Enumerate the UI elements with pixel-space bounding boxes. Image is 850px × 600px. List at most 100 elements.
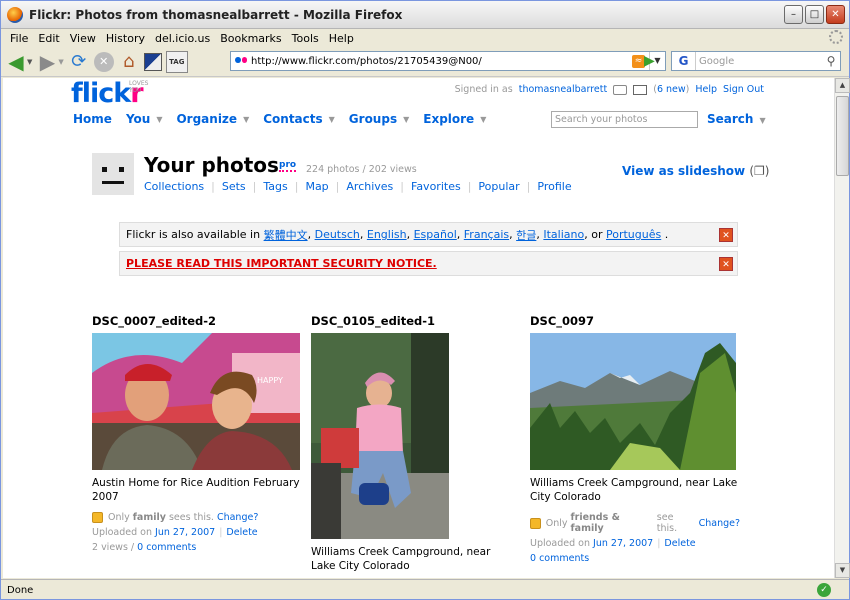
delicious-icon[interactable] [143,52,162,71]
menu-delicious[interactable]: del.icio.us [155,32,210,45]
search-magnifier-icon[interactable]: ⚲ [822,54,840,68]
cart-icon[interactable] [613,84,628,95]
nav-groups-label: Groups [348,112,398,126]
web-search-input[interactable]: Google [696,56,822,67]
buddy-icon[interactable] [92,153,134,195]
address-bar[interactable]: http://www.flickr.com/photos/21705439@N0… [230,51,666,71]
upload-date-link[interactable]: Jun 27, 2007 [155,527,215,538]
search-menu[interactable]: Search ▼ [707,112,766,126]
chevron-down-icon[interactable]: ▼ [156,115,162,124]
new-mail-link[interactable]: 6 new [657,84,686,95]
menu-help[interactable]: Help [329,32,354,45]
menu-tools[interactable]: Tools [292,32,319,45]
uploaded-prefix: Uploaded on [92,527,153,538]
chevron-down-icon[interactable]: ▼ [243,115,249,124]
subnav-collections[interactable]: Collections [144,180,204,193]
nav-home-label: Home [73,112,112,126]
chevron-down-icon[interactable]: ▼ [403,115,409,124]
close-icon[interactable]: ✕ [719,228,733,242]
nav-organize[interactable]: Organize ▼ [176,112,249,126]
lang-deutsch[interactable]: Deutsch [315,228,360,241]
navigation-toolbar: ◀ ▼ ▶ ▼ ⟳ ✕ ⌂ TAG http://www.flickr.com/… [1,47,849,77]
slideshow-label: View as slideshow [622,164,746,178]
scroll-up-icon[interactable]: ▲ [835,78,850,93]
nav-you[interactable]: You ▼ [126,112,163,126]
nav-you-label: You [125,112,151,126]
forward-arrow-icon[interactable]: ▶ [36,50,58,74]
lang-portugues[interactable]: Português [606,228,661,241]
chevron-down-icon[interactable]: ▼ [759,116,765,125]
menu-bookmarks[interactable]: Bookmarks [220,32,281,45]
close-icon[interactable]: ✕ [719,257,733,271]
security-notice-link[interactable]: PLEASE READ THIS IMPORTANT SECURITY NOTI… [126,257,437,270]
mail-icon[interactable] [633,84,648,95]
flickr-logo[interactable]: flickr LOVES YOU [71,78,148,109]
comments-link[interactable]: 0 comments [137,542,196,553]
subnav-archives[interactable]: Archives [346,180,393,193]
photo-thumbnail[interactable] [530,333,736,470]
menu-view[interactable]: View [70,32,96,45]
photos-subnav: Collections | Sets | Tags | Map | Archives | … [144,180,572,193]
chevron-down-icon[interactable]: ▼ [480,115,486,124]
subnav-profile[interactable]: Profile [537,180,571,193]
window-title: Flickr: Photos from thomasnealbarrett - … [29,7,403,22]
photo-title[interactable]: DSC_0007_edited-2 [92,314,302,328]
help-link[interactable]: Help [695,84,717,95]
photo-search-input[interactable]: Search your photos [551,111,698,128]
web-search-box[interactable]: G Google ⚲ [671,51,841,71]
chevron-down-icon[interactable]: ▼ [329,115,335,124]
go-arrow-icon[interactable]: ▶ [644,53,662,69]
change-privacy-link[interactable]: Change? [699,518,740,529]
subnav-favorites[interactable]: Favorites [411,180,461,193]
slideshow-link[interactable]: View as slideshow (❐) [622,164,769,178]
sign-out-link[interactable]: Sign Out [723,84,764,95]
menu-edit[interactable]: Edit [38,32,59,45]
pro-badge[interactable]: pro [279,160,297,172]
upload-line: Uploaded on Jun 27, 2007 | Delete [92,527,258,538]
delete-link[interactable]: Delete [226,527,257,538]
uploaded-prefix: Uploaded on [530,538,591,549]
google-engine-icon[interactable]: G [672,52,696,70]
photo-title[interactable]: DSC_0105_edited-1 [311,314,511,328]
close-button[interactable]: ✕ [826,5,845,24]
reload-icon[interactable]: ⟳ [68,51,90,73]
delete-link[interactable]: Delete [664,538,695,549]
lang-chinese[interactable]: 繁體中文 [264,227,308,243]
forward-dropdown-icon[interactable]: ▼ [58,58,63,66]
photo-thumbnail[interactable]: HAPPY [92,333,300,470]
lang-italiano[interactable]: Italiano [543,228,584,241]
lang-espanol[interactable]: Español [414,228,457,241]
lang-francais[interactable]: Français [464,228,509,241]
subnav-tags[interactable]: Tags [263,180,287,193]
home-icon[interactable]: ⌂ [118,51,140,73]
nav-home[interactable]: Home [73,112,112,126]
minimize-button[interactable]: – [784,5,803,24]
stop-icon[interactable]: ✕ [93,51,114,72]
menu-history[interactable]: History [106,32,145,45]
back-arrow-icon[interactable]: ◀ [5,50,27,74]
change-privacy-link[interactable]: Change? [217,512,258,523]
nav-groups[interactable]: Groups ▼ [349,112,409,126]
lang-korean[interactable]: 한글 [516,227,536,243]
scroll-down-icon[interactable]: ▼ [835,563,850,578]
upload-date-link[interactable]: Jun 27, 2007 [593,538,653,549]
comments-link[interactable]: 0 comments [530,553,589,564]
maximize-button[interactable]: □ [805,5,824,24]
photo-thumbnail[interactable] [311,333,449,539]
nav-contacts[interactable]: Contacts ▼ [263,112,335,126]
lang-english[interactable]: English [367,228,407,241]
tag-button[interactable]: TAG [165,50,188,73]
menu-file[interactable]: File [10,32,28,45]
subnav-sets[interactable]: Sets [222,180,246,193]
vertical-scrollbar[interactable]: ▲ ▼ [834,78,850,578]
subnav-map[interactable]: Map [305,180,328,193]
svg-text:HAPPY: HAPPY [257,376,283,385]
photo-title[interactable]: DSC_0097 [530,314,740,328]
back-dropdown-icon[interactable]: ▼ [27,58,32,66]
subnav-popular[interactable]: Popular [478,180,519,193]
url-text[interactable]: http://www.flickr.com/photos/21705439@N0… [251,56,632,67]
username-link[interactable]: thomasnealbarrett [519,84,608,95]
stats-line: 0 comments [530,553,740,564]
nav-explore[interactable]: Explore ▼ [423,112,486,126]
scroll-thumb[interactable] [836,96,849,176]
